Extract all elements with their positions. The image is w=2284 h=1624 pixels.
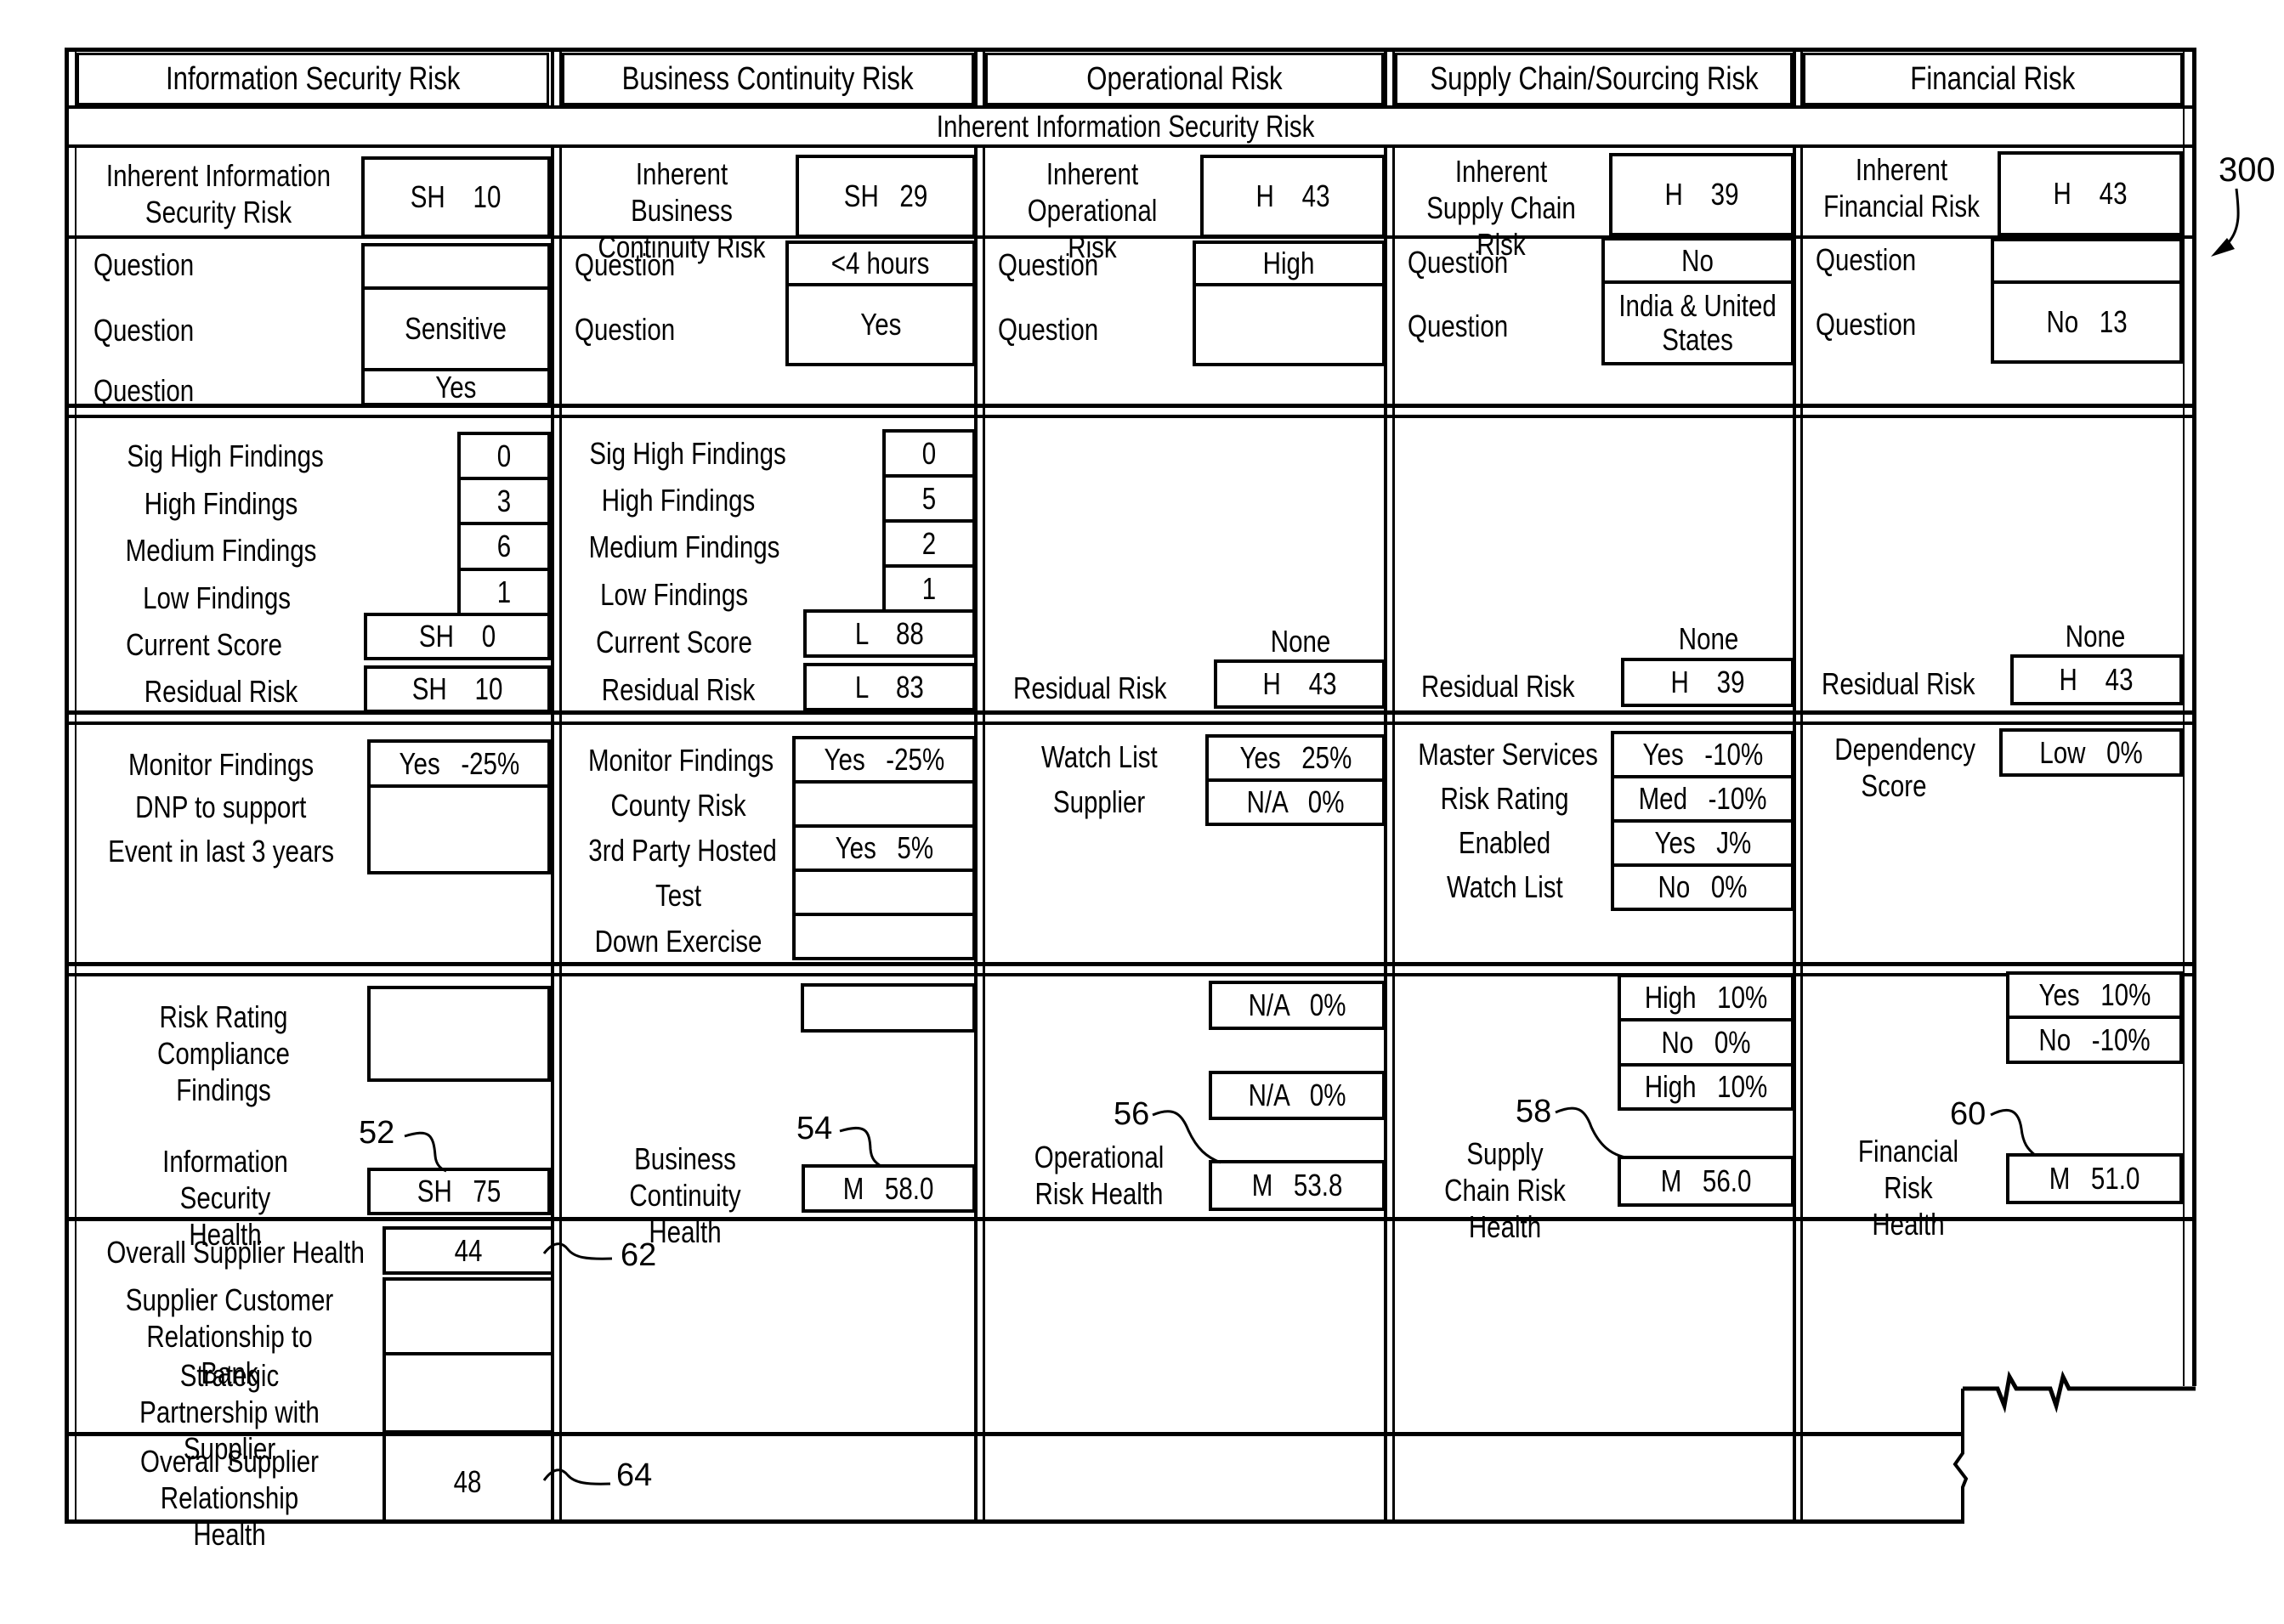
- leader-line-64: [542, 1468, 611, 1485]
- figure-arrow: [2227, 188, 2240, 243]
- leader-line-60: [1990, 1109, 2037, 1157]
- leader-line-52: [404, 1131, 447, 1173]
- annotation-overlay: [404, 188, 2240, 1524]
- break-line-vertical: [1952, 1389, 1969, 1524]
- leader-line-54: [839, 1126, 881, 1168]
- leader-line-56: [1152, 1110, 1221, 1164]
- leader-line-58: [1555, 1106, 1626, 1159]
- break-line-horizontal: [1963, 1370, 2196, 1414]
- leader-line-62: [542, 1242, 613, 1260]
